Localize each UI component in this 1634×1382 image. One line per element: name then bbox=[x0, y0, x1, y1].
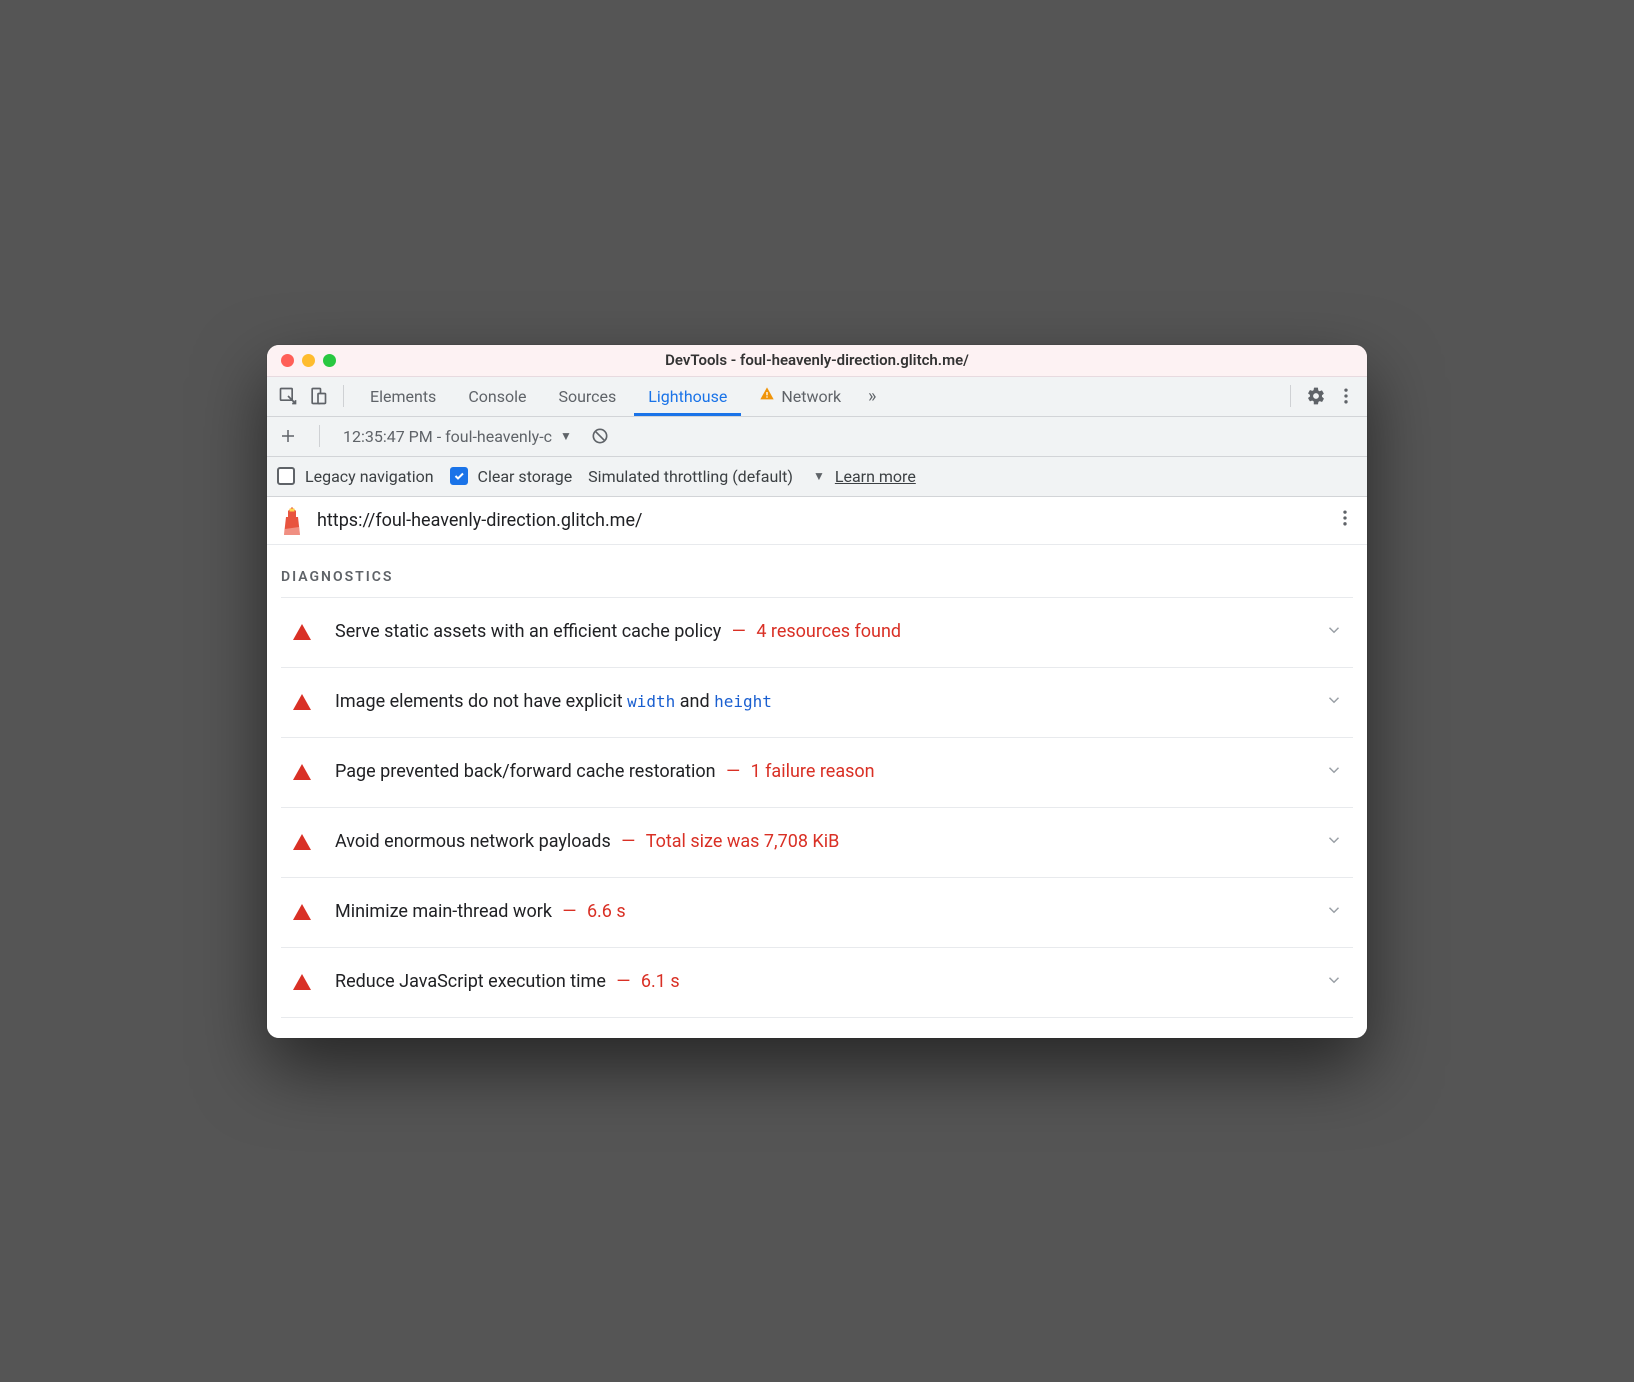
window-title: DevTools - foul-heavenly-direction.glitc… bbox=[267, 351, 1367, 369]
clear-storage-checkbox[interactable] bbox=[450, 467, 468, 485]
window-controls bbox=[267, 354, 336, 367]
report-menu-icon[interactable] bbox=[1335, 508, 1355, 532]
main-toolbar: Elements Console Sources Lighthouse Netw… bbox=[267, 377, 1367, 417]
fail-triangle-icon bbox=[293, 694, 311, 710]
report-content: DIAGNOSTICS Serve static assets with an … bbox=[267, 545, 1367, 1038]
chevron-down-icon bbox=[1325, 971, 1343, 993]
diagnostic-item[interactable]: Image elements do not have explicit widt… bbox=[281, 668, 1353, 738]
diagnostic-detail: 6.1 s bbox=[641, 971, 680, 992]
more-tabs-icon[interactable]: » bbox=[859, 383, 885, 409]
new-report-button[interactable] bbox=[275, 423, 301, 449]
diagnostic-detail: 6.6 s bbox=[587, 901, 626, 922]
lighthouse-logo-icon bbox=[279, 505, 305, 535]
tab-sources[interactable]: Sources bbox=[544, 377, 630, 416]
report-header: https://foul-heavenly-direction.glitch.m… bbox=[267, 497, 1367, 545]
legacy-navigation-checkbox[interactable] bbox=[277, 467, 295, 485]
diagnostic-item[interactable]: Reduce JavaScript execution time — 6.1 s bbox=[281, 948, 1353, 1018]
tab-console[interactable]: Console bbox=[454, 377, 540, 416]
divider bbox=[319, 425, 320, 447]
divider bbox=[1290, 385, 1291, 407]
chevron-down-icon bbox=[1325, 761, 1343, 783]
throttling-dropdown-icon[interactable]: ▼ bbox=[813, 469, 825, 483]
fail-triangle-icon bbox=[293, 974, 311, 990]
titlebar: DevTools - foul-heavenly-direction.glitc… bbox=[267, 345, 1367, 377]
fail-triangle-icon bbox=[293, 764, 311, 780]
diagnostic-text: Serve static assets with an efficient ca… bbox=[335, 619, 1311, 644]
devtools-window: DevTools - foul-heavenly-direction.glitc… bbox=[267, 345, 1367, 1038]
chevron-down-icon bbox=[1325, 691, 1343, 713]
diagnostic-text: Page prevented back/forward cache restor… bbox=[335, 759, 1311, 784]
diagnostic-item[interactable]: Page prevented back/forward cache restor… bbox=[281, 738, 1353, 808]
settings-icon[interactable] bbox=[1303, 383, 1329, 409]
maximize-window-button[interactable] bbox=[323, 354, 336, 367]
tab-elements[interactable]: Elements bbox=[356, 377, 450, 416]
legacy-navigation-label: Legacy navigation bbox=[305, 467, 434, 486]
diagnostic-item[interactable]: Serve static assets with an efficient ca… bbox=[281, 598, 1353, 668]
fail-triangle-icon bbox=[293, 834, 311, 850]
divider bbox=[343, 385, 344, 407]
report-url: https://foul-heavenly-direction.glitch.m… bbox=[317, 510, 1323, 531]
diagnostic-detail: Total size was 7,708 KiB bbox=[646, 831, 840, 852]
clear-storage-label: Clear storage bbox=[478, 467, 573, 486]
learn-more-link[interactable]: Learn more bbox=[835, 467, 916, 486]
warning-icon bbox=[759, 386, 775, 406]
diagnostic-detail: 4 resources found bbox=[756, 621, 901, 642]
report-select-label: 12:35:47 PM - foul-heavenly-c bbox=[343, 427, 552, 446]
diagnostics-list: Serve static assets with an efficient ca… bbox=[281, 597, 1353, 1018]
tab-lighthouse[interactable]: Lighthouse bbox=[634, 377, 741, 416]
tab-network[interactable]: Network bbox=[745, 377, 855, 416]
tab-network-label: Network bbox=[781, 387, 841, 406]
kebab-menu-icon[interactable] bbox=[1333, 383, 1359, 409]
diagnostic-detail: 1 failure reason bbox=[751, 761, 875, 782]
clear-icon[interactable] bbox=[587, 423, 613, 449]
chevron-down-icon bbox=[1325, 901, 1343, 923]
close-window-button[interactable] bbox=[281, 354, 294, 367]
report-select[interactable]: 12:35:47 PM - foul-heavenly-c ▼ bbox=[338, 424, 577, 449]
dropdown-icon: ▼ bbox=[560, 429, 572, 443]
lighthouse-toolbar: 12:35:47 PM - foul-heavenly-c ▼ bbox=[267, 417, 1367, 457]
diagnostics-heading: DIAGNOSTICS bbox=[281, 555, 1353, 597]
diagnostic-text: Image elements do not have explicit widt… bbox=[335, 689, 1311, 714]
diagnostic-item[interactable]: Avoid enormous network payloads — Total … bbox=[281, 808, 1353, 878]
throttling-label: Simulated throttling (default) bbox=[588, 467, 793, 486]
fail-triangle-icon bbox=[293, 624, 311, 640]
minimize-window-button[interactable] bbox=[302, 354, 315, 367]
diagnostic-item[interactable]: Minimize main-thread work — 6.6 s bbox=[281, 878, 1353, 948]
device-toolbar-icon[interactable] bbox=[305, 383, 331, 409]
diagnostic-text: Reduce JavaScript execution time — 6.1 s bbox=[335, 969, 1311, 994]
diagnostic-text: Minimize main-thread work — 6.6 s bbox=[335, 899, 1311, 924]
chevron-down-icon bbox=[1325, 621, 1343, 643]
chevron-down-icon bbox=[1325, 831, 1343, 853]
diagnostic-text: Avoid enormous network payloads — Total … bbox=[335, 829, 1311, 854]
inspect-element-icon[interactable] bbox=[275, 383, 301, 409]
lighthouse-options: Legacy navigation Clear storage Simulate… bbox=[267, 457, 1367, 497]
fail-triangle-icon bbox=[293, 904, 311, 920]
